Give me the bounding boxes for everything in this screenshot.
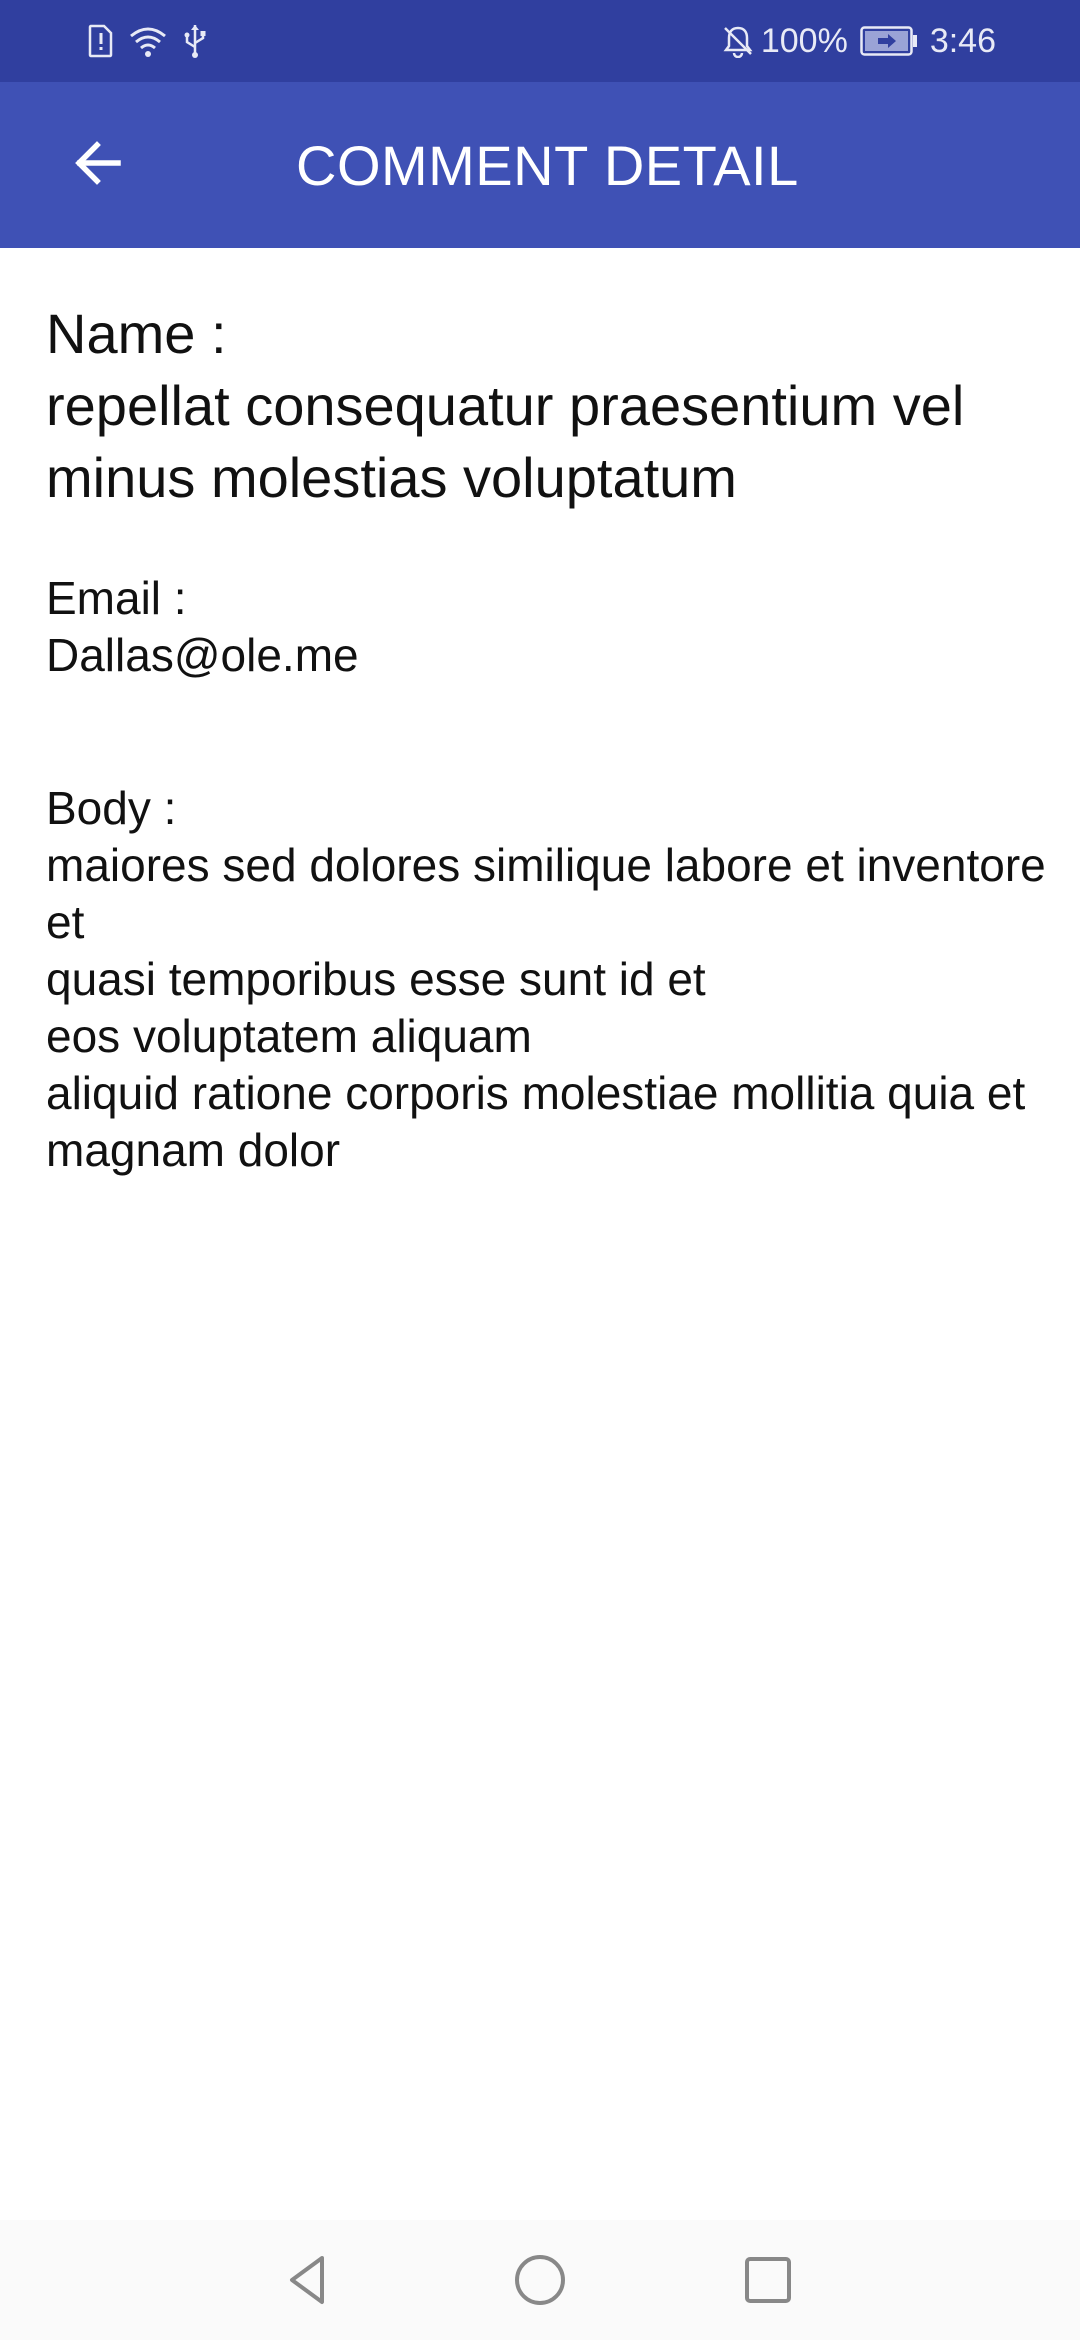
arrow-back-icon: [72, 137, 124, 194]
comment-detail: Name : repellat consequatur praesentium …: [46, 298, 1046, 1179]
back-button[interactable]: [48, 120, 148, 210]
body-line: eos voluptatem aliquam: [46, 1010, 532, 1062]
page-title: COMMENT DETAIL: [296, 134, 799, 197]
usb-icon: [182, 23, 208, 59]
name-label: Name :: [46, 302, 227, 365]
status-right-icons: 100% 3:46: [721, 22, 996, 61]
notifications-off-icon: [721, 24, 755, 58]
battery-percent: 100%: [760, 21, 848, 60]
app-bar: COMMENT DETAIL: [0, 82, 1080, 248]
name-value: repellat consequatur praesentium vel min…: [46, 374, 965, 509]
body-label: Body :: [46, 782, 177, 834]
battery-charging-icon: [860, 26, 918, 56]
nav-home-button[interactable]: [510, 2250, 570, 2310]
body-line: aliquid ratione corporis molestiae molli…: [46, 1067, 1026, 1176]
nav-recents-button[interactable]: [738, 2250, 798, 2310]
recents-square-icon: [738, 2257, 798, 2314]
email-label: Email :: [46, 572, 187, 624]
email-section: Email : Dallas@ole.me: [46, 570, 1046, 684]
email-value: Dallas@ole.me: [46, 629, 359, 681]
clock: 3:46: [929, 21, 996, 60]
body-line: maiores sed dolores similique labore et …: [46, 839, 1046, 948]
home-circle-icon: [510, 2255, 570, 2314]
wifi-icon: [128, 24, 168, 58]
nav-back-button[interactable]: [278, 2250, 338, 2310]
back-triangle-icon: [278, 2256, 338, 2314]
status-left-icons: [88, 23, 208, 59]
sim-alert-icon: [88, 24, 114, 58]
status-bar: 100% 3:46: [0, 0, 1080, 82]
body-section: Body : maiores sed dolores similique lab…: [46, 780, 1046, 1179]
body-line: quasi temporibus esse sunt id et: [46, 953, 706, 1005]
system-nav-bar: [0, 2220, 1080, 2340]
name-section: Name : repellat consequatur praesentium …: [46, 298, 1046, 514]
